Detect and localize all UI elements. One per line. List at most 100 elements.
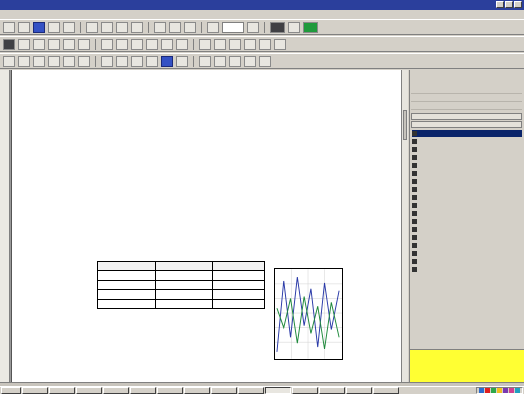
minimize-button[interactable] bbox=[496, 1, 504, 8]
object-list-item[interactable] bbox=[412, 162, 522, 169]
green-block-icon[interactable] bbox=[303, 21, 318, 33]
align-left-icon[interactable] bbox=[101, 38, 113, 50]
object-list-item[interactable] bbox=[412, 138, 522, 145]
taskbar-button[interactable] bbox=[22, 387, 48, 394]
panel-section-tab[interactable] bbox=[411, 121, 522, 128]
spacing-icon[interactable] bbox=[259, 38, 271, 50]
cut-icon[interactable] bbox=[86, 21, 98, 33]
object-list-item[interactable] bbox=[412, 170, 522, 177]
pointer-icon[interactable] bbox=[3, 55, 15, 67]
align-right-icon[interactable] bbox=[131, 38, 143, 50]
report-page[interactable] bbox=[11, 70, 401, 382]
object-list-item[interactable] bbox=[412, 258, 522, 265]
color-fill-icon[interactable] bbox=[161, 55, 173, 67]
start-button[interactable] bbox=[1, 387, 21, 394]
chart-tool-icon[interactable] bbox=[131, 55, 143, 67]
object-list-item[interactable] bbox=[412, 218, 522, 225]
maximize-button[interactable] bbox=[505, 1, 513, 8]
spacing-icon[interactable] bbox=[229, 38, 241, 50]
object-list-item[interactable] bbox=[412, 186, 522, 193]
object-list-item[interactable] bbox=[412, 178, 522, 185]
band-icon[interactable] bbox=[78, 38, 90, 50]
align-bottom-icon[interactable] bbox=[161, 38, 173, 50]
taskbar-button[interactable] bbox=[346, 387, 372, 394]
object-list-item[interactable] bbox=[412, 194, 522, 201]
panel-row[interactable] bbox=[411, 103, 522, 110]
object-list-item[interactable] bbox=[412, 130, 522, 137]
taskbar-button[interactable] bbox=[49, 387, 75, 394]
taskbar-button[interactable] bbox=[157, 387, 183, 394]
layout-icon[interactable] bbox=[3, 38, 15, 50]
panel-row[interactable] bbox=[411, 87, 522, 94]
taskbar-button[interactable] bbox=[211, 387, 237, 394]
print-icon[interactable] bbox=[48, 21, 60, 33]
object-list-item[interactable] bbox=[412, 250, 522, 257]
close-button[interactable] bbox=[514, 1, 522, 8]
band-icon[interactable] bbox=[33, 38, 45, 50]
spacing-icon[interactable] bbox=[214, 38, 226, 50]
text-align-icon[interactable] bbox=[259, 55, 271, 67]
zoom-select[interactable] bbox=[222, 21, 244, 33]
editor-scrollbar[interactable] bbox=[401, 70, 408, 382]
scrollbar-thumb[interactable] bbox=[403, 110, 407, 140]
band-icon[interactable] bbox=[48, 38, 60, 50]
band-icon[interactable] bbox=[63, 38, 75, 50]
barcode-tool-icon[interactable] bbox=[146, 55, 158, 67]
dark-block-icon[interactable] bbox=[270, 21, 285, 33]
object-list-item[interactable] bbox=[412, 242, 522, 249]
taskbar-button[interactable] bbox=[130, 387, 156, 394]
save-icon[interactable] bbox=[33, 21, 45, 33]
object-list-item[interactable] bbox=[412, 210, 522, 217]
band-icon[interactable] bbox=[18, 38, 30, 50]
object-list-item[interactable] bbox=[412, 154, 522, 161]
open-folder-icon[interactable] bbox=[18, 21, 30, 33]
tray-icon[interactable] bbox=[479, 388, 484, 393]
taskbar-button[interactable] bbox=[103, 387, 129, 394]
paste-icon[interactable] bbox=[116, 21, 128, 33]
tray-icon[interactable] bbox=[515, 388, 520, 393]
object-list-item[interactable] bbox=[412, 202, 522, 209]
taskbar-button[interactable] bbox=[373, 387, 399, 394]
undo-icon[interactable] bbox=[131, 21, 143, 33]
shape-tool-icon[interactable] bbox=[116, 55, 128, 67]
tray-icon[interactable] bbox=[485, 388, 490, 393]
image-tool-icon[interactable] bbox=[63, 55, 75, 67]
properties-icon[interactable] bbox=[288, 21, 300, 33]
italic-icon[interactable] bbox=[214, 55, 226, 67]
copy-icon[interactable] bbox=[101, 21, 113, 33]
bold-icon[interactable] bbox=[199, 55, 211, 67]
taskbar-button[interactable] bbox=[238, 387, 264, 394]
chart-object[interactable] bbox=[274, 268, 343, 360]
memo-tool-icon[interactable] bbox=[48, 55, 60, 67]
tray-icon[interactable] bbox=[491, 388, 496, 393]
object-list-item[interactable] bbox=[412, 146, 522, 153]
taskbar-button[interactable] bbox=[292, 387, 318, 394]
cursor-icon[interactable] bbox=[207, 21, 219, 33]
new-document-icon[interactable] bbox=[3, 21, 15, 33]
spacing-icon[interactable] bbox=[199, 38, 211, 50]
grid-icon[interactable] bbox=[154, 21, 166, 33]
font-color-icon[interactable] bbox=[244, 55, 256, 67]
zoom-icon[interactable] bbox=[184, 21, 196, 33]
taskbar-button[interactable] bbox=[319, 387, 345, 394]
object-list-item[interactable] bbox=[412, 234, 522, 241]
align-center-icon[interactable] bbox=[116, 38, 128, 50]
table-icon[interactable] bbox=[169, 21, 181, 33]
align-top-icon[interactable] bbox=[146, 38, 158, 50]
spacing-icon[interactable] bbox=[244, 38, 256, 50]
panel-section-tab[interactable] bbox=[411, 113, 522, 120]
tray-icon[interactable] bbox=[509, 388, 514, 393]
border-icon[interactable] bbox=[176, 55, 188, 67]
field-tool-icon[interactable] bbox=[33, 55, 45, 67]
taskbar-button[interactable] bbox=[265, 387, 291, 394]
line-tool-icon[interactable] bbox=[101, 55, 113, 67]
underline-icon[interactable] bbox=[229, 55, 241, 67]
taskbar-button[interactable] bbox=[76, 387, 102, 394]
spacing-icon[interactable] bbox=[274, 38, 286, 50]
panel-row[interactable] bbox=[411, 95, 522, 102]
print-preview-icon[interactable] bbox=[63, 21, 75, 33]
tray-icon[interactable] bbox=[497, 388, 502, 393]
size-icon[interactable] bbox=[176, 38, 188, 50]
frame-tool-icon[interactable] bbox=[78, 55, 90, 67]
tray-icon[interactable] bbox=[503, 388, 508, 393]
